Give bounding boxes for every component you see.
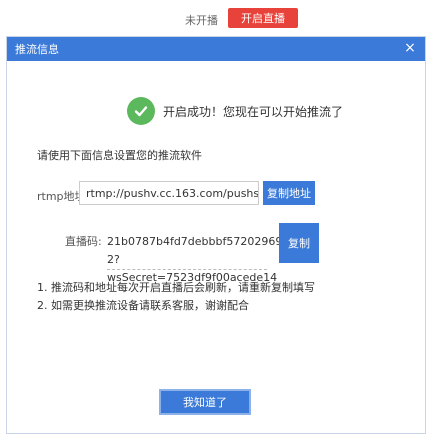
note-item: 2. 如需更换推流设备请联系客服，谢谢配合 — [37, 299, 249, 312]
dialog-title: 推流信息 — [15, 43, 59, 56]
success-message: 开启成功！您现在可以开始推流了 — [127, 97, 343, 125]
copy-url-button[interactable]: 复制地址 — [263, 181, 315, 205]
stream-key-label: 直播码: — [65, 235, 102, 248]
stream-info-dialog: 推流信息 × 开启成功！您现在可以开始推流了 请使用下面信息设置您的推流软件 r… — [6, 36, 426, 434]
rtmp-url-field[interactable]: rtmp://pushv.cc.163.com/pushstation — [79, 181, 259, 205]
start-live-button[interactable]: 开启直播 — [228, 8, 298, 28]
close-icon[interactable]: × — [401, 39, 419, 57]
note-item: 1. 推流码和地址每次开启直播后会刷新，请重新复制填写 — [37, 281, 315, 294]
divider — [107, 269, 267, 270]
dialog-header: 推流信息 × — [7, 37, 425, 61]
copy-key-button[interactable]: 复制 — [279, 223, 319, 263]
instructions-heading: 请使用下面信息设置您的推流软件 — [37, 149, 202, 162]
confirm-button[interactable]: 我知道了 — [159, 389, 251, 415]
broadcast-status: 未开播 — [185, 14, 218, 27]
notes: 1. 推流码和地址每次开启直播后会刷新，请重新复制填写 2. 如需更换推流设备请… — [37, 279, 315, 315]
success-text: 开启成功！您现在可以开始推流了 — [163, 104, 344, 119]
top-bar: 未开播 开启直播 — [0, 0, 428, 40]
checkmark-icon — [127, 97, 155, 125]
